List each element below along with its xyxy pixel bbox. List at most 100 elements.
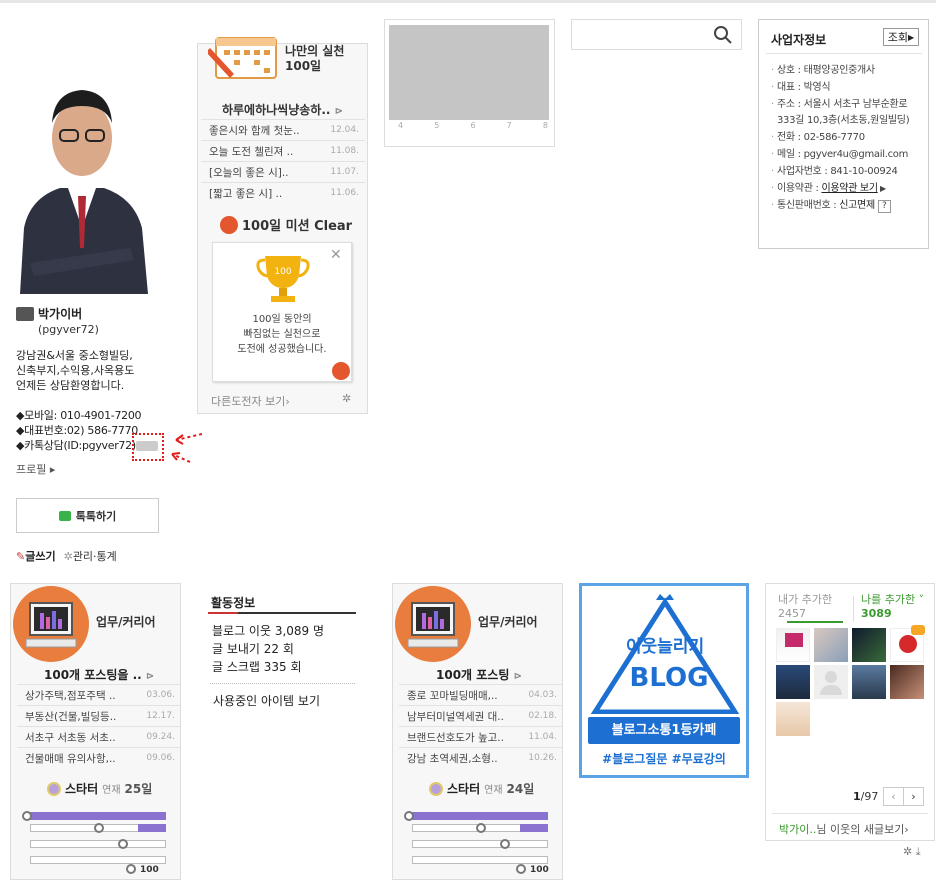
circle-arrow-icon[interactable]: ⊳ xyxy=(514,671,522,682)
list-item[interactable]: 오늘 도전 첼린져 .. 11.08. xyxy=(201,140,365,161)
write-link[interactable]: ✎글쓰기 xyxy=(16,548,56,564)
circle-arrow-icon[interactable]: ⊳ xyxy=(335,106,343,117)
video-page-num[interactable]: 8 xyxy=(543,121,548,130)
post-date: 09.06. xyxy=(146,753,175,763)
career-label: 업무/커리어 xyxy=(478,615,538,629)
video-pagination: 4 5 6 7 8 xyxy=(398,121,548,130)
progress-track xyxy=(412,856,548,864)
stat-sent: 글 보내기 22 회 xyxy=(212,642,294,656)
video-page-num[interactable]: 6 xyxy=(470,121,475,130)
manage-link[interactable]: ✲관리·통계 xyxy=(64,548,117,564)
post-title[interactable]: 서초구 서초동 서초.. xyxy=(25,730,116,745)
career-post-list: 상가주택,점포주택 .. 03.06. 부동산(건물,빌딩등.. 12.17. 서초… xyxy=(17,684,181,768)
neighbor-avatar[interactable] xyxy=(776,665,810,699)
search-icon[interactable] xyxy=(713,25,733,45)
chat-bubble-icon xyxy=(58,510,71,521)
post-title[interactable]: 건물매매 유의사항,.. xyxy=(25,751,116,766)
tab-label: 나를 추가한 ˅ xyxy=(861,593,925,606)
download-icon[interactable]: ⤓ xyxy=(916,845,921,858)
next-page-button[interactable]: › xyxy=(903,787,924,806)
post-title[interactable]: [짧고 좋은 시] .. xyxy=(209,186,282,201)
stat-neighbors: 블로그 이웃 3,089 명 xyxy=(212,624,325,638)
list-item[interactable]: 부동산(건물,빌딩등.. 12.17. xyxy=(17,705,181,726)
prev-page-button[interactable]: ‹ xyxy=(883,787,904,806)
career-title-text: 100개 포스팅을 .. xyxy=(44,668,142,682)
list-item[interactable]: [오늘의 좋은 시].. 11.07. xyxy=(201,161,365,182)
page-total: /97 xyxy=(860,790,879,803)
close-icon[interactable]: ✕ xyxy=(330,247,342,263)
video-page-num[interactable]: 4 xyxy=(398,121,403,130)
list-item[interactable]: 건물매매 유의사항,.. 09.06. xyxy=(17,747,181,768)
career-title[interactable]: 100개 포스팅을 .. ⊳ xyxy=(44,666,154,683)
tab-count: 3089 xyxy=(861,607,892,620)
pencil-icon: ✎ xyxy=(16,550,26,563)
biz-item-terms: 이용약관 : 이용약관 보기 ▶ xyxy=(771,181,921,197)
post-title[interactable]: 남부터미널역세권 대.. xyxy=(407,709,504,724)
neighbor-avatar[interactable] xyxy=(852,665,886,699)
video-thumbnail[interactable] xyxy=(389,25,549,120)
post-title[interactable]: 좋은시와 함께 첫눈.. xyxy=(209,123,300,138)
list-item[interactable]: 남부터미널역세권 대.. 02.18. xyxy=(399,705,563,726)
progress-tracker-2: 100 xyxy=(404,808,554,878)
list-item[interactable]: [짧고 좋은 시] .. 11.06. xyxy=(201,182,365,203)
post-title[interactable]: 상가주택,점포주택 .. xyxy=(25,688,116,703)
tab-my-added[interactable]: 내가 추가한 2457 xyxy=(778,593,832,621)
career-label: 업무/커리어 xyxy=(96,615,156,629)
items-link[interactable]: 사용중인 아이템 보기 xyxy=(213,692,320,709)
other-challengers-link[interactable]: 다른도전자 보기› xyxy=(211,393,290,409)
list-item[interactable]: 강남 초역세권,소형.. 10.26. xyxy=(399,747,563,768)
neighbor-avatar[interactable] xyxy=(890,625,925,662)
help-icon[interactable]: ? xyxy=(877,200,891,213)
post-title[interactable]: [오늘의 좋은 시].. xyxy=(209,165,289,180)
starter-label: 스타터 xyxy=(65,782,99,796)
tab-indicator xyxy=(787,621,843,623)
terms-link[interactable]: 이용약관 보기 xyxy=(821,183,878,194)
profile-link[interactable]: 프로필 ▸ xyxy=(16,461,55,477)
progress-tracker-1: 100 xyxy=(22,808,172,878)
write-manage-row: ✎글쓰기 ✲관리·통계 xyxy=(16,548,117,564)
tab-added-me[interactable]: 나를 추가한 ˅ 3089 xyxy=(861,593,924,621)
activity-stats: 블로그 이웃 3,089 명 글 보내기 22 회 글 스크랩 335 회 xyxy=(212,622,324,676)
neighbor-avatar[interactable] xyxy=(814,628,848,662)
neighbor-new-posts-link[interactable]: 박가이..님 이웃의 새글보기› xyxy=(779,821,909,837)
profile-description: 강남권&서울 중소형빌딩, 신축부지,수익용,사옥용도 언제든 상담환영합니다. xyxy=(16,348,186,393)
series-count: 24일 xyxy=(506,782,535,796)
lookup-button[interactable]: 조회 ▶ xyxy=(883,28,919,46)
settings-gear-icon[interactable]: ✲ xyxy=(342,392,351,405)
contact-kakao: ◆카톡상담(ID:pgyver72) xyxy=(16,439,136,452)
progress-knob xyxy=(476,823,486,833)
list-item[interactable]: 종로 꼬마빌딩매매,.. 04.03. xyxy=(399,684,563,705)
post-date: 11.08. xyxy=(330,146,359,156)
neighbor-avatar[interactable] xyxy=(890,665,924,699)
goal-100-label: 100 xyxy=(530,865,549,875)
talk-button[interactable]: 톡톡하기 xyxy=(16,498,159,533)
circle-arrow-icon[interactable]: ⊳ xyxy=(146,671,154,682)
list-item[interactable]: 브랜드선호도가 높고.. 11.04. xyxy=(399,726,563,747)
challenge-title[interactable]: 하루에하나씩냥송하.. ⊳ xyxy=(197,101,368,118)
challenge-title-text: 하루에하나씩냥송하.. xyxy=(221,103,331,117)
post-date: 09.24. xyxy=(146,732,175,742)
career-title[interactable]: 100개 포스팅 ⊳ xyxy=(436,666,522,683)
gear-icon: ✲ xyxy=(63,550,73,563)
neighbor-avatar[interactable] xyxy=(776,702,810,736)
post-title[interactable]: 브랜드선호도가 높고.. xyxy=(407,730,504,745)
mission-text: 100일 동안의 빠짐없는 실천으로 도전에 성공했습니다. xyxy=(214,312,350,357)
post-title[interactable]: 종로 꼬마빌딩매매,.. xyxy=(407,688,498,703)
settings-gear-icon[interactable]: ✲ xyxy=(903,845,912,858)
post-title[interactable]: 부동산(건물,빌딩등.. xyxy=(25,709,116,724)
neighbor-avatar[interactable] xyxy=(852,628,886,662)
neighbor-avatar[interactable] xyxy=(814,665,848,699)
list-item[interactable]: 서초구 서초동 서초.. 09.24. xyxy=(17,726,181,747)
profile-name-text: 박가이버 xyxy=(38,307,83,321)
video-page-num[interactable]: 5 xyxy=(434,121,439,130)
progress-knob xyxy=(22,811,32,821)
list-item[interactable]: 좋은시와 함께 첫눈.. 12.04. xyxy=(201,119,365,140)
post-title[interactable]: 강남 초역세권,소형.. xyxy=(407,751,498,766)
neighbor-avatar[interactable] xyxy=(776,628,810,662)
profile-photo[interactable] xyxy=(10,78,154,294)
video-page-num[interactable]: 7 xyxy=(507,121,512,130)
post-title[interactable]: 오늘 도전 첼린져 .. xyxy=(209,144,293,159)
profile-name[interactable]: 박가이버 xyxy=(16,305,82,322)
list-item[interactable]: 상가주택,점포주택 .. 03.06. xyxy=(17,684,181,705)
goal-100-label: 100 xyxy=(140,865,159,875)
